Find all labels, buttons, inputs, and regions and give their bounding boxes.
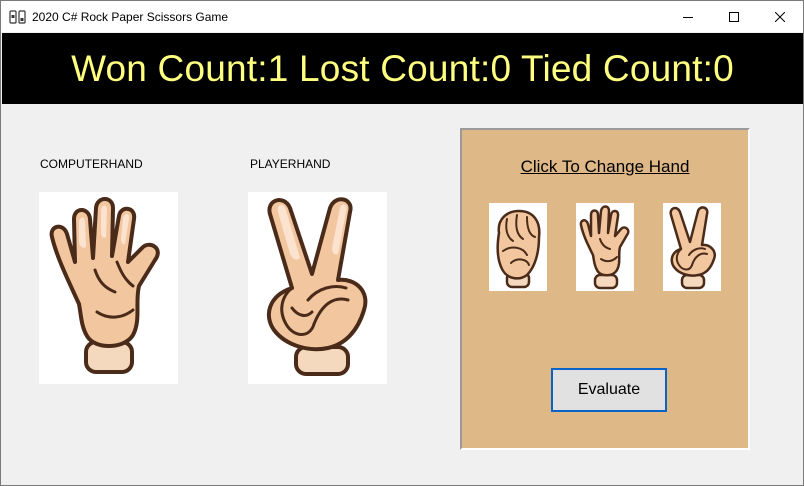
scissors-hand-icon — [266, 197, 368, 376]
scoreboard-banner: Won Count:1 Lost Count:0 Tied Count:0 — [2, 33, 803, 104]
close-button[interactable] — [757, 1, 803, 32]
maximize-button[interactable] — [711, 1, 757, 32]
player-hand-label: PLAYERHAND — [250, 157, 331, 171]
player-hand-image — [248, 192, 387, 384]
scissors-choice-button[interactable] — [663, 203, 721, 291]
choose-hand-panel: Click To Change Hand Evaluate — [460, 128, 750, 450]
minimize-icon — [683, 16, 693, 18]
change-hand-title: Click To Change Hand — [520, 157, 690, 176]
paper-hand-icon — [579, 205, 630, 290]
app-icon — [9, 10, 26, 24]
window-title: 2020 C# Rock Paper Scissors Game — [32, 10, 229, 24]
score-text: Won Count:1 Lost Count:0 Tied Count:0 — [71, 47, 734, 89]
computer-hand-image — [39, 192, 178, 384]
rock-hand-icon — [496, 209, 541, 289]
paper-hand-icon — [49, 197, 160, 374]
scissors-hand-icon — [669, 206, 716, 290]
paper-choice-button[interactable] — [576, 203, 634, 291]
minimize-button[interactable] — [665, 1, 711, 32]
app-window: 2020 C# Rock Paper Scissors Game Won Cou… — [0, 0, 804, 486]
title-bar[interactable]: 2020 C# Rock Paper Scissors Game — [1, 1, 803, 32]
rock-choice-button[interactable] — [489, 203, 547, 291]
maximize-icon — [729, 11, 739, 22]
computer-hand-label: COMPUTERHAND — [40, 157, 143, 171]
close-icon — [775, 11, 785, 22]
evaluate-button[interactable]: Evaluate — [551, 368, 667, 412]
